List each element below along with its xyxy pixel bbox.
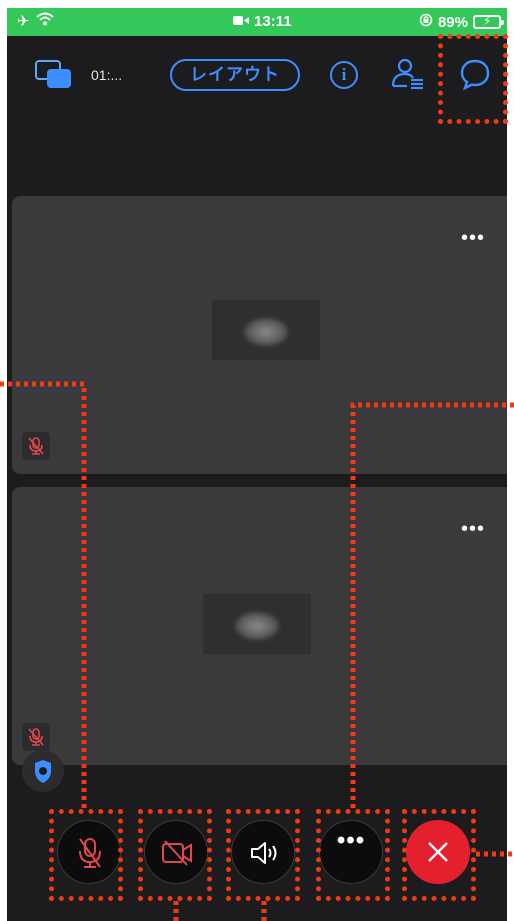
video-camera-icon xyxy=(233,13,249,30)
info-button[interactable]: i xyxy=(330,61,358,89)
meeting-toolbar: 01:... レイアウト i xyxy=(7,48,507,104)
tile-more-button[interactable]: ••• xyxy=(456,519,490,543)
battery-icon: ⚡ xyxy=(473,14,504,29)
meeting-screen: ✈ 13:11 89% ⚡ 01:... レイアウト i ••• ••• ••• xyxy=(7,8,507,921)
speaker-button[interactable] xyxy=(231,820,295,884)
wifi-icon xyxy=(35,12,54,30)
mic-muted-icon xyxy=(22,723,50,751)
meeting-timer: 01:... xyxy=(91,67,123,83)
airplane-icon: ✈ xyxy=(17,13,30,30)
share-screen-icon[interactable] xyxy=(35,60,71,90)
video-tile[interactable]: ••• xyxy=(12,487,507,765)
mic-muted-icon xyxy=(22,432,50,460)
chat-bubble-icon[interactable] xyxy=(457,56,493,92)
tile-more-button[interactable]: ••• xyxy=(456,228,490,252)
shield-icon[interactable] xyxy=(22,750,64,792)
video-tile[interactable]: ••• xyxy=(12,196,507,474)
video-toggle-button[interactable] xyxy=(144,820,208,884)
participants-icon[interactable] xyxy=(389,56,425,92)
participant-avatar xyxy=(203,594,311,654)
status-bar: ✈ 13:11 89% ⚡ xyxy=(7,8,507,36)
mic-muted-icon xyxy=(79,838,101,868)
more-options-button[interactable]: ••• xyxy=(319,820,383,884)
end-call-button[interactable] xyxy=(406,820,470,884)
orientation-lock-icon xyxy=(419,13,433,31)
status-time: 13:11 xyxy=(254,13,292,30)
participant-avatar xyxy=(212,300,320,360)
mute-button[interactable] xyxy=(57,820,121,884)
speaker-icon xyxy=(251,842,277,864)
video-off-icon xyxy=(162,840,192,866)
close-icon xyxy=(428,842,448,862)
battery-percentage: 89% xyxy=(437,13,468,31)
layout-button[interactable]: レイアウト xyxy=(170,59,300,91)
